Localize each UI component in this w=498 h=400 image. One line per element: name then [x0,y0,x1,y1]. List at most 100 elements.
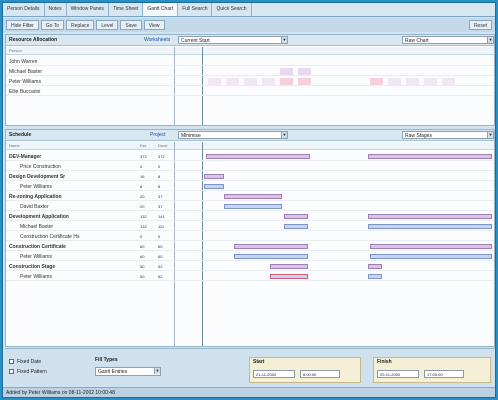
finish-block: Finish 29-11-2002 17:00:00 [373,357,491,383]
gantt-bar[interactable] [270,274,308,279]
gantt-bar[interactable] [204,174,224,179]
gantt-bar[interactable] [270,264,308,269]
chevron-down-icon: ▼ [154,368,160,374]
tab-person-details[interactable]: Person Details [3,3,45,16]
gantt-bar[interactable] [234,244,308,249]
gantt-bar[interactable] [368,154,492,159]
tab-gantt-chart[interactable]: Gantt Chart [143,3,179,16]
gantt-bar[interactable] [206,154,310,159]
task-row[interactable]: David Baxter 20 37 [6,202,494,211]
task-est: 0 [140,164,143,169]
fixed-date-checkbox[interactable] [9,359,14,364]
gantt-bar[interactable] [224,204,282,209]
gantt-bar[interactable] [224,194,282,199]
resource-chart-combo[interactable]: Raw Chart ▼ [402,36,494,44]
task-row[interactable]: Michael Baxter 132 111 [6,222,494,231]
tab-full-search[interactable]: Full Search [178,3,213,16]
resource-name: Peter Williams [9,79,41,85]
finish-time-input[interactable]: 17:00:00 [424,370,464,378]
tab-notes[interactable]: Notes [45,3,67,16]
resource-view-combo[interactable]: Current Start ▼ [178,36,288,44]
task-row[interactable]: Peter Williams 8 8 [6,182,494,191]
task-row[interactable]: Development Application 132 141 [6,212,494,221]
task-done: 8 [158,174,161,179]
task-row[interactable]: Construction Certificate 60 60 [6,242,494,251]
task-est: 372 [140,154,147,159]
replace-button[interactable]: Replace [66,20,95,30]
gantt-bar[interactable] [368,274,382,279]
schedule-stage-combo[interactable]: Raw Stages ▼ [402,131,494,139]
schedule-view-value: Minimise [181,133,201,139]
start-date-input[interactable]: 21-11-2002 [253,370,295,378]
tab-time-sheet[interactable]: Time Sheet [109,3,144,16]
est-column: Est. [140,143,147,148]
task-row[interactable]: Construction Certificate Hs 0 0 [6,232,494,241]
gantt-bar[interactable] [370,244,492,249]
task-name: Re-zoning Application [9,194,62,200]
gantt-bar[interactable] [368,224,492,229]
task-done: 372 [158,154,165,159]
gantt-bar[interactable] [284,214,308,219]
task-row[interactable]: Design Development Sr 16 8 [6,172,494,181]
person-column: Person [9,48,22,53]
allocation-cell [406,78,419,85]
task-row[interactable]: DEV-Manager 372 372 [6,152,494,161]
level-button[interactable]: Level [96,20,119,30]
reset-button[interactable]: Reset [468,20,492,30]
resource-row[interactable]: Ellie Buccarini [6,87,494,96]
save-button[interactable]: Save [120,20,142,30]
allocation-cell [262,78,275,85]
schedule-view-combo[interactable]: Minimise ▼ [178,131,288,139]
task-est: 60 [140,244,145,249]
gantt-bar[interactable] [368,264,382,269]
chevron-down-icon: ▼ [487,132,493,138]
fill-types-select[interactable]: Gantt Entries ▼ [95,367,161,376]
task-est: 20 [140,194,145,199]
task-done: 37 [158,204,163,209]
task-done: 52 [158,274,163,279]
chevron-down-icon: ▼ [281,37,287,43]
task-row[interactable]: Peter Williams 50 52 [6,272,494,281]
task-est: 50 [140,264,145,269]
task-name: DEV-Manager [9,154,42,160]
task-est: 132 [140,224,147,229]
task-row[interactable]: Price Construction 0 0 [6,162,494,171]
task-row[interactable]: Re-zoning Application 20 37 [6,192,494,201]
gantt-bar[interactable] [234,254,308,259]
allocation-cell [226,78,239,85]
project-link[interactable]: Project [150,132,166,138]
resource-row[interactable]: Peter Williams [6,77,494,86]
fixed-pattern-label: Fixed Pattern [17,369,47,375]
allocation-cell [280,68,293,75]
tab-quick-search[interactable]: Quick Search [212,3,252,16]
task-est: 60 [140,254,145,259]
resource-row[interactable]: Michael Baxter [6,67,494,76]
gantt-bar[interactable] [204,184,224,189]
gantt-bar[interactable] [368,214,492,219]
fixed-pattern-checkbox[interactable] [9,369,14,374]
go-to-button[interactable]: Go To [40,20,65,30]
task-est: 20 [140,204,145,209]
resource-name: Michael Baxter [9,69,43,75]
done-column: Done [158,143,168,148]
task-est: 0 [140,234,143,239]
fill-types-value: Gantt Entries [98,369,128,375]
task-name: Construction Certificate [9,244,66,250]
view-button[interactable]: View [143,20,165,30]
task-row[interactable]: Peter Williams 60 60 [6,252,494,261]
status-bar: Added by Peter Williams on 08-11-2002 10… [3,387,495,397]
gantt-bar[interactable] [284,224,308,229]
toolbar: Hide Filter Go To Replace Level Save Vie… [3,18,495,32]
worksheets-link[interactable]: Worksheets [144,37,170,43]
task-done: 141 [158,214,165,219]
task-done: 111 [158,224,165,229]
task-row[interactable]: Construction Stage 50 52 [6,262,494,271]
hide-filter-button[interactable]: Hide Filter [6,20,39,30]
tab-window-panes[interactable]: Window Panes [67,3,109,16]
resource-row[interactable]: John Warren [6,57,494,66]
start-label: Start [253,359,265,365]
finish-date-input[interactable]: 29-11-2002 [377,370,419,378]
gantt-bar[interactable] [370,254,492,259]
start-time-input[interactable]: 8:00:00 [300,370,340,378]
task-done: 60 [158,254,163,259]
